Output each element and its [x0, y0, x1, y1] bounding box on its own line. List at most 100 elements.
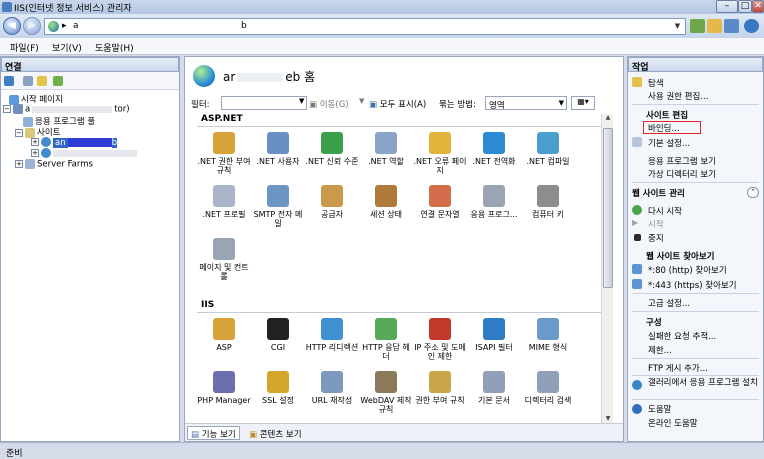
collapse-toggle-icon[interactable]: −	[15, 128, 23, 137]
filter-dropdown-icon[interactable]: ▼	[299, 97, 304, 105]
tree-item-sites[interactable]: − 사이트	[15, 126, 60, 138]
vertical-scrollbar[interactable]: ▲ ▼	[601, 114, 613, 426]
up-icon[interactable]	[37, 76, 47, 86]
help-icon[interactable]	[744, 19, 759, 33]
trust-check-icon	[321, 132, 343, 154]
scroll-thumb[interactable]	[603, 128, 613, 288]
feature-item[interactable]: ASP	[197, 318, 251, 368]
feature-item[interactable]: PHP Manager	[197, 371, 251, 421]
view-mode-button[interactable]: ▦▾	[571, 96, 595, 110]
features-view-tab[interactable]: ▤ 기능 보기	[187, 426, 240, 440]
action-install-from-gallery[interactable]: 갤러리에서 응용 프로그램 설치	[648, 379, 760, 388]
feature-item[interactable]: .NET 오류 페이지	[413, 132, 467, 182]
group-by-select[interactable]: 영역 ▼	[485, 96, 567, 111]
breadcrumb-server[interactable]: a	[73, 21, 79, 31]
mime-icon	[537, 318, 559, 340]
home-icon[interactable]	[724, 19, 739, 33]
tree-item-app-pools[interactable]: 응용 프로그램 풀	[23, 115, 95, 127]
action-help[interactable]: 도움말	[648, 403, 671, 415]
action-view-applications[interactable]: 응용 프로그램 보기	[648, 155, 716, 167]
feature-item[interactable]: ISAPI 필터	[467, 318, 521, 368]
tree-item-site-2[interactable]: +	[31, 148, 137, 159]
feature-item[interactable]: 디렉터리 검색	[521, 371, 575, 421]
feature-item[interactable]: HTTP 응답 헤더	[359, 318, 413, 368]
action-stop[interactable]: 중지	[648, 232, 664, 244]
expand-toggle-icon[interactable]: +	[31, 138, 39, 146]
feature-item[interactable]: MIME 형식	[521, 318, 575, 368]
action-explore[interactable]: 탐색	[648, 77, 664, 89]
action-limits[interactable]: 제한...	[648, 344, 672, 356]
collapse-chevron-up-icon[interactable]: ⌃	[747, 187, 759, 198]
tree-item-site-selected[interactable]: + an b	[31, 137, 118, 148]
refresh-icon[interactable]	[690, 19, 705, 33]
expand-toggle-icon[interactable]: +	[31, 149, 39, 157]
menu-view[interactable]: 보기(V)	[52, 41, 82, 54]
expand-toggle-icon[interactable]: +	[15, 160, 23, 168]
connect-icon[interactable]	[4, 76, 14, 86]
feature-item[interactable]: HTTP 리디렉션	[305, 318, 359, 368]
tree-item-start-page[interactable]: 시작 페이지	[9, 93, 63, 105]
feature-item[interactable]: 권한 부여 규칙	[413, 371, 467, 421]
collapse-toggle-icon[interactable]: −	[3, 105, 11, 113]
feature-item[interactable]: 세션 상태	[359, 185, 413, 235]
content-view-tab[interactable]: ▣ 콘텐츠 보기	[245, 426, 306, 440]
divider	[632, 399, 759, 400]
filter-input[interactable]	[221, 96, 307, 110]
feature-label: .NET 신뢰 수준	[305, 157, 359, 166]
action-basic-settings[interactable]: 기본 설정...	[648, 137, 690, 149]
action-browse-80[interactable]: *:80 (http) 찾아보기	[648, 264, 727, 276]
go-button[interactable]: ▣ 이동(G)	[309, 98, 349, 110]
feature-item[interactable]: URL 재작성	[305, 371, 359, 421]
feature-item[interactable]: IP 주소 및 도메인 제한	[413, 318, 467, 368]
feature-item[interactable]: SSL 설정	[251, 371, 305, 421]
feature-item[interactable]: 기본 문서	[467, 371, 521, 421]
features-view-icon: ▤	[191, 430, 200, 440]
action-add-ftp[interactable]: FTP 게시 추가...	[648, 362, 708, 374]
show-all-button[interactable]: ▣ 모두 표시(A)	[369, 98, 426, 110]
close-button[interactable]: ✕	[752, 0, 764, 13]
menu-help[interactable]: 도움말(H)	[95, 41, 134, 54]
feature-item[interactable]: .NET 권한 부여 규칙	[197, 132, 251, 182]
feature-item[interactable]: SMTP 전자 메일	[251, 185, 305, 235]
feature-label: SMTP 전자 메일	[253, 210, 303, 228]
feature-item[interactable]: 응용 프로그...	[467, 185, 521, 235]
refresh-connections-icon[interactable]	[53, 76, 63, 86]
feature-item[interactable]: 연결 문자열	[413, 185, 467, 235]
feature-item[interactable]: .NET 전역화	[467, 132, 521, 182]
save-icon[interactable]	[23, 76, 33, 86]
maximize-button[interactable]: □	[738, 0, 752, 13]
php-icon	[213, 371, 235, 393]
action-failed-request-tracing[interactable]: 실패한 요청 추적...	[648, 330, 716, 342]
status-bar: 준비	[0, 442, 764, 459]
action-browse-443[interactable]: *:443 (https) 찾아보기	[648, 279, 737, 291]
forward-button[interactable]: ▶	[23, 17, 41, 35]
go-dropdown-icon[interactable]: ▼	[359, 97, 364, 105]
feature-item[interactable]: WebDAV 제작 규칙	[359, 371, 413, 421]
feature-item[interactable]: 공급자	[305, 185, 359, 235]
breadcrumb-site[interactable]: b	[241, 21, 247, 31]
action-edit-permissions[interactable]: 사용 권한 편집...	[648, 90, 708, 102]
feature-item[interactable]: CGI	[251, 318, 305, 368]
back-button[interactable]: ◀	[3, 17, 21, 35]
action-advanced-settings[interactable]: 고급 설정...	[648, 297, 690, 309]
feature-item[interactable]: .NET 컴파일	[521, 132, 575, 182]
stop-icon[interactable]	[707, 19, 722, 33]
action-start[interactable]: 시작	[648, 218, 664, 230]
address-bar[interactable]: ▸ a b ▼	[44, 18, 686, 35]
tree-item-server[interactable]: − a tor)	[3, 104, 130, 115]
feature-item[interactable]: .NET 프로필	[197, 185, 251, 235]
tree-item-server-farms[interactable]: + Server Farms	[15, 159, 93, 170]
scroll-up-icon[interactable]: ▲	[603, 114, 613, 125]
feature-item[interactable]: 페이지 및 컨트롤	[197, 238, 251, 288]
feature-item[interactable]: .NET 역할	[359, 132, 413, 182]
action-view-virtual-directories[interactable]: 가상 디렉터리 보기	[648, 168, 716, 180]
action-online-help[interactable]: 온라인 도움말	[648, 417, 698, 429]
action-restart[interactable]: 다시 시작	[648, 205, 682, 217]
menu-file[interactable]: 파일(F)	[10, 41, 39, 54]
redacted-mark	[67, 137, 112, 147]
minimize-button[interactable]: –	[716, 0, 738, 13]
feature-item[interactable]: .NET 신뢰 수준	[305, 132, 359, 182]
address-dropdown-icon[interactable]: ▼	[671, 20, 684, 33]
feature-item[interactable]: .NET 사용자	[251, 132, 305, 182]
feature-item[interactable]: 컴퓨터 키	[521, 185, 575, 235]
